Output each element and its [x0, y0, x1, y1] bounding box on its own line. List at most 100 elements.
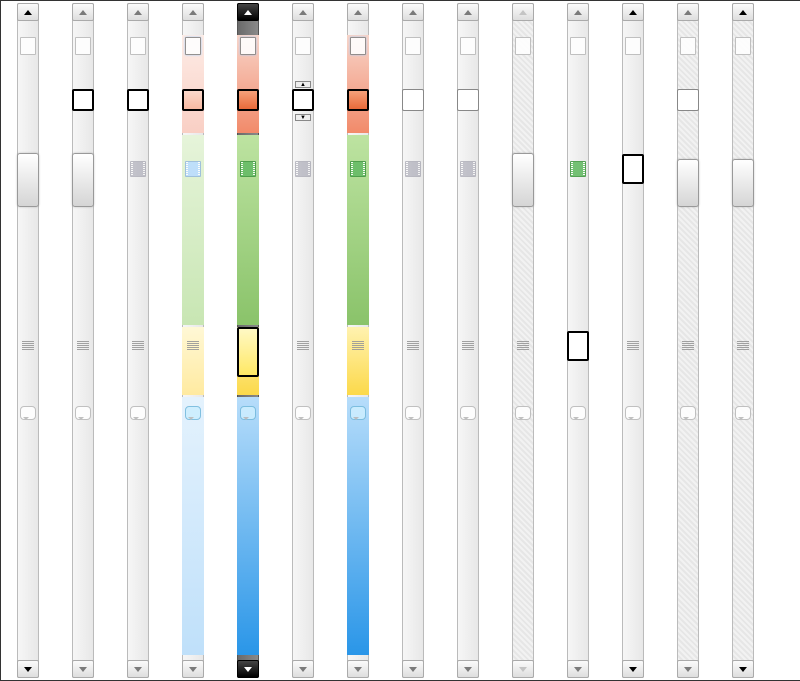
scrollbar-variant-c4	[180, 3, 206, 678]
chevron-down-icon	[464, 667, 472, 672]
scrollbar-thumb[interactable]	[677, 89, 699, 111]
scrollbar-thumb[interactable]	[402, 89, 424, 111]
film-icon	[294, 160, 312, 178]
scroll-arrow-top[interactable]	[182, 3, 204, 21]
scroll-arrow-top[interactable]	[512, 3, 534, 21]
chevron-up-icon	[24, 10, 32, 15]
document-icon	[514, 37, 532, 55]
text-lines-icon	[404, 339, 422, 357]
stepper-up-icon[interactable]: ▲	[295, 81, 311, 88]
scroll-arrow-top[interactable]	[17, 3, 39, 21]
chevron-up-icon	[574, 10, 582, 15]
text-lines-icon	[624, 339, 642, 357]
scrollbar-thumb[interactable]	[732, 159, 754, 207]
chat-bubble-icon	[294, 404, 312, 422]
chat-bubble-icon	[74, 404, 92, 422]
scrollbar-thumb-highlighted[interactable]	[237, 327, 259, 377]
scroll-arrow-bottom[interactable]	[402, 660, 424, 678]
track-segment-blue	[182, 397, 204, 655]
chevron-down-icon	[244, 667, 252, 672]
stepper-down-icon[interactable]: ▼	[295, 114, 311, 121]
chat-bubble-icon	[624, 404, 642, 422]
scroll-arrow-top[interactable]	[72, 3, 94, 21]
chevron-up-icon	[629, 10, 637, 15]
chevron-down-icon	[629, 667, 637, 672]
chevron-up-icon	[79, 10, 87, 15]
scrollbar-thumb[interactable]	[237, 89, 259, 111]
chat-bubble-icon	[514, 404, 532, 422]
scrollbar-thumb[interactable]	[457, 89, 479, 111]
scrollbar-variant-c6: ▲▼	[290, 3, 316, 678]
scroll-arrow-bottom[interactable]	[622, 660, 644, 678]
text-lines-icon	[74, 339, 92, 357]
scroll-arrow-top[interactable]	[732, 3, 754, 21]
scroll-arrow-bottom[interactable]	[732, 660, 754, 678]
scrollbar-variant-c1	[15, 3, 41, 678]
scroll-arrow-bottom[interactable]	[182, 660, 204, 678]
scroll-arrow-bottom[interactable]	[127, 660, 149, 678]
scroll-arrow-top[interactable]	[457, 3, 479, 21]
scrollbar-thumb[interactable]	[512, 153, 534, 207]
scrollbar-thumb[interactable]	[182, 89, 204, 111]
scroll-arrow-top[interactable]	[127, 3, 149, 21]
scroll-arrow-bottom[interactable]	[512, 660, 534, 678]
scroll-arrow-top[interactable]	[292, 3, 314, 21]
scrollbar-thumb[interactable]	[127, 89, 149, 111]
chat-bubble-icon	[569, 404, 587, 422]
scrollbar-variant-c5	[235, 3, 261, 678]
scroll-arrow-bottom[interactable]	[567, 660, 589, 678]
text-lines-icon	[184, 339, 202, 357]
scroll-arrow-top[interactable]	[567, 3, 589, 21]
scrollbar-theme-sprite-sheet: ▲▼	[0, 0, 800, 681]
scrollbar-variant-c11	[565, 3, 591, 678]
text-lines-icon	[734, 339, 752, 357]
scroll-arrow-bottom[interactable]	[677, 660, 699, 678]
chat-bubble-icon	[184, 404, 202, 422]
chat-bubble-icon	[349, 404, 367, 422]
chat-bubble-icon	[129, 404, 147, 422]
film-icon	[239, 160, 257, 178]
scroll-arrow-bottom[interactable]	[292, 660, 314, 678]
chevron-up-icon	[409, 10, 417, 15]
scroll-arrow-bottom[interactable]	[17, 660, 39, 678]
film-icon	[129, 160, 147, 178]
chevron-down-icon	[409, 667, 417, 672]
chevron-down-icon	[739, 667, 747, 672]
scrollbar-thumb[interactable]	[17, 153, 39, 207]
scrollbar-thumb[interactable]	[567, 331, 589, 361]
chevron-down-icon	[189, 667, 197, 672]
text-lines-icon	[19, 339, 37, 357]
scrollbar-thumb[interactable]	[622, 154, 644, 184]
film-icon	[404, 160, 422, 178]
scroll-arrow-top[interactable]	[402, 3, 424, 21]
chat-bubble-icon	[404, 404, 422, 422]
chevron-down-icon	[79, 667, 87, 672]
scroll-arrow-bottom[interactable]	[72, 660, 94, 678]
chat-bubble-icon	[19, 404, 37, 422]
scroll-arrow-top[interactable]	[622, 3, 644, 21]
text-lines-icon	[294, 339, 312, 357]
scrollbar-variant-c13	[675, 3, 701, 678]
scroll-arrow-top[interactable]	[347, 3, 369, 21]
scroll-arrow-top[interactable]	[237, 3, 259, 21]
chevron-up-icon	[299, 10, 307, 15]
film-icon	[569, 160, 587, 178]
chevron-down-icon	[24, 667, 32, 672]
scroll-arrow-bottom[interactable]	[347, 660, 369, 678]
track-segment-yellow	[182, 327, 204, 395]
scrollbar-thumb[interactable]	[347, 89, 369, 111]
scroll-arrow-bottom[interactable]	[457, 660, 479, 678]
chevron-up-icon	[464, 10, 472, 15]
document-icon	[74, 37, 92, 55]
film-icon	[459, 160, 477, 178]
chat-bubble-icon	[734, 404, 752, 422]
scroll-arrow-bottom[interactable]	[237, 660, 259, 678]
text-lines-icon	[679, 339, 697, 357]
scrollbar-thumb[interactable]	[72, 89, 94, 111]
document-icon	[679, 37, 697, 55]
stepper-control[interactable]: ▲▼	[295, 81, 311, 121]
text-lines-icon	[459, 339, 477, 357]
scrollbar-thumb[interactable]	[677, 159, 699, 207]
scroll-arrow-top[interactable]	[677, 3, 699, 21]
scrollbar-thumb[interactable]	[72, 153, 94, 207]
